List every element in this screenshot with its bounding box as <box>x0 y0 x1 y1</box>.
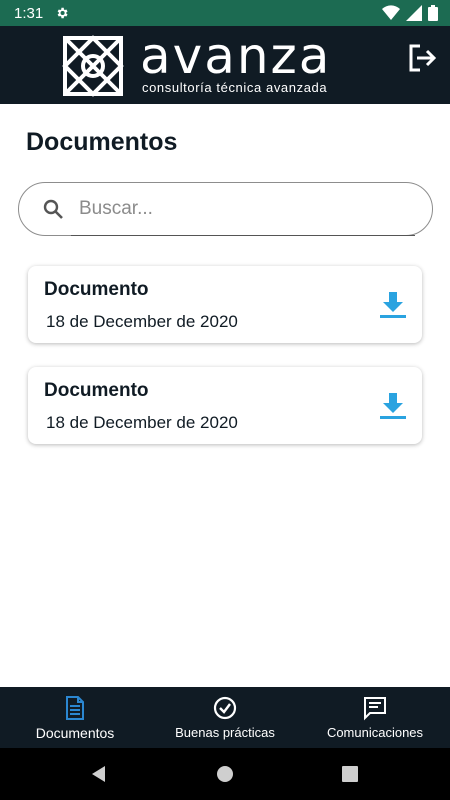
search-underline <box>71 235 415 236</box>
search-icon <box>43 199 63 219</box>
brand-tagline: consultoría técnica avanzada <box>142 80 328 95</box>
settings-gear-icon <box>57 7 68 19</box>
document-title: Documento <box>44 380 149 401</box>
nav-label: Comunicaciones <box>326 725 424 740</box>
logout-button[interactable] <box>406 42 438 74</box>
bottom-nav: Documentos Buenas prácticas Comunicacion… <box>0 687 450 748</box>
home-icon[interactable] <box>215 764 235 784</box>
nav-label: Buenas prácticas <box>175 725 275 740</box>
chat-icon <box>364 697 386 721</box>
status-bar: 1:31 <box>0 0 450 26</box>
nav-item-documentos[interactable]: Documentos <box>0 687 150 748</box>
document-title: Documento <box>44 279 149 300</box>
wifi-icon <box>382 5 400 21</box>
avanza-logo-icon <box>62 35 124 97</box>
system-nav-bar <box>0 748 450 800</box>
brand-name: avanza <box>140 27 332 85</box>
signal-icon <box>406 5 422 21</box>
download-icon[interactable] <box>378 391 408 421</box>
document-date: 18 de December de 2020 <box>46 413 238 432</box>
search-input[interactable] <box>79 198 399 220</box>
document-icon <box>66 696 84 720</box>
back-icon[interactable] <box>89 764 109 784</box>
battery-icon <box>428 5 438 21</box>
app-header: avanza consultoría técnica avanzada <box>0 26 450 104</box>
document-date: 18 de December de 2020 <box>46 312 238 331</box>
recents-icon[interactable] <box>340 764 360 784</box>
document-card[interactable]: Documento 18 de December de 2020 <box>28 266 422 343</box>
download-icon[interactable] <box>378 290 408 320</box>
status-time: 1:31 <box>14 4 44 22</box>
status-indicators <box>382 5 438 21</box>
nav-item-comunicaciones[interactable]: Comunicaciones <box>300 687 450 748</box>
check-circle-icon <box>213 696 237 720</box>
page-title: Documentos <box>26 128 178 156</box>
document-card[interactable]: Documento 18 de December de 2020 <box>28 367 422 444</box>
nav-label: Documentos <box>35 725 115 741</box>
search-box[interactable] <box>18 182 433 236</box>
nav-item-buenas-practicas[interactable]: Buenas prácticas <box>150 687 300 748</box>
